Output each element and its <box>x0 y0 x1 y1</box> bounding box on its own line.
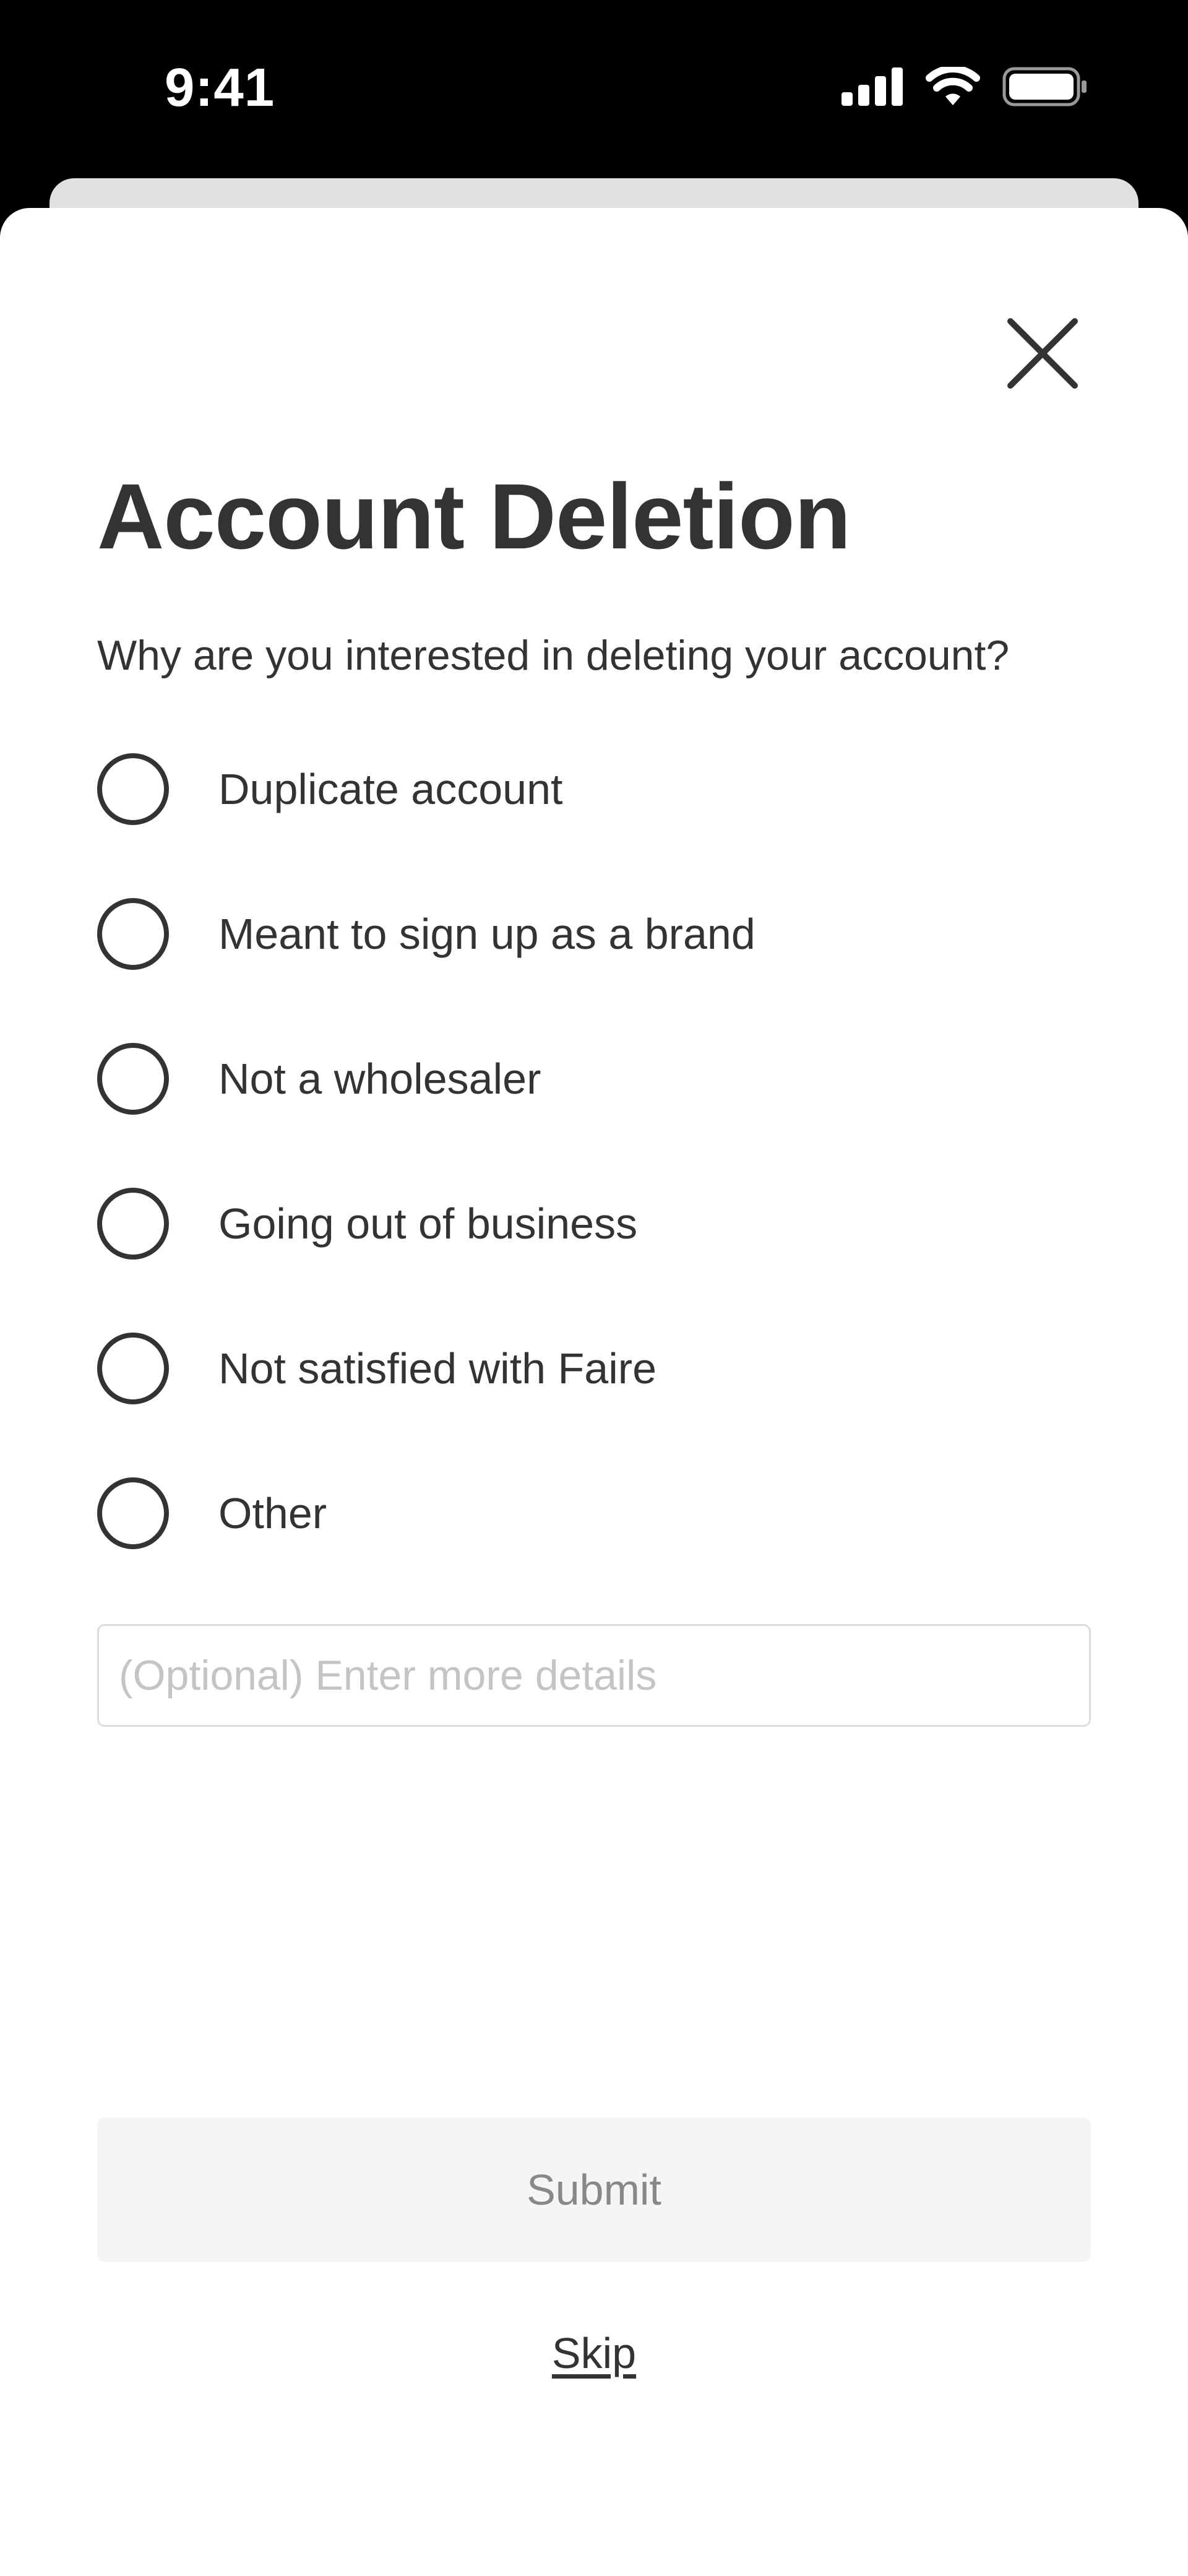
radio-button[interactable] <box>97 1477 169 1549</box>
radio-button[interactable] <box>97 1188 169 1260</box>
status-bar: 9:41 <box>0 0 1188 179</box>
reason-option-out-of-business[interactable]: Going out of business <box>97 1188 1087 1260</box>
radio-button[interactable] <box>97 1333 169 1404</box>
submit-button[interactable]: Submit <box>97 2117 1091 2262</box>
deletion-reason-question: Why are you interested in deleting your … <box>97 632 1010 679</box>
option-label: Other <box>218 1489 327 1537</box>
option-label: Not satisfied with Faire <box>218 1344 657 1393</box>
details-input[interactable] <box>97 1624 1091 1727</box>
reason-option-not-wholesaler[interactable]: Not a wholesaler <box>97 1043 1087 1115</box>
battery-icon <box>1002 67 1089 106</box>
option-label: Going out of business <box>218 1199 638 1248</box>
option-label: Not a wholesaler <box>218 1055 541 1103</box>
radio-button[interactable] <box>97 1043 169 1115</box>
reason-options: Duplicate account Meant to sign up as a … <box>97 753 1087 1622</box>
close-button[interactable] <box>1002 314 1083 395</box>
close-icon <box>1007 318 1078 392</box>
option-label: Duplicate account <box>218 765 563 813</box>
option-label: Meant to sign up as a brand <box>218 910 755 958</box>
reason-option-duplicate-account[interactable]: Duplicate account <box>97 753 1087 825</box>
radio-button[interactable] <box>97 753 169 825</box>
reason-option-not-satisfied[interactable]: Not satisfied with Faire <box>97 1333 1087 1404</box>
page-title: Account Deletion <box>97 464 851 568</box>
cellular-signal-icon <box>842 67 903 106</box>
status-icons <box>842 67 1089 106</box>
radio-button[interactable] <box>97 898 169 970</box>
reason-option-brand-signup[interactable]: Meant to sign up as a brand <box>97 898 1087 970</box>
reason-option-other[interactable]: Other <box>97 1477 1087 1549</box>
skip-link[interactable]: Skip <box>0 2328 1188 2378</box>
status-time: 9:41 <box>165 58 275 118</box>
wifi-icon <box>926 67 980 106</box>
